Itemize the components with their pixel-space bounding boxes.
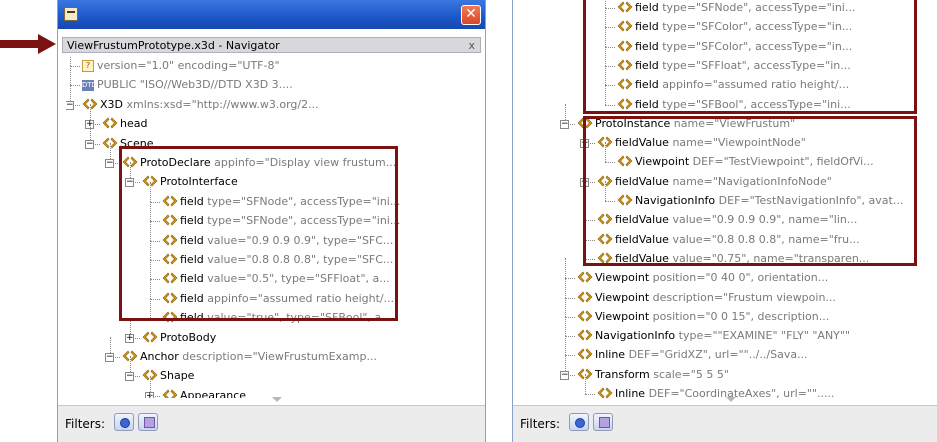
tree-connector: [70, 65, 71, 86]
element-attributes: description="Frustum viewpoin...: [649, 290, 836, 304]
tree-row[interactable]: head: [102, 114, 147, 134]
element-attributes: position="0 40 0", orientation...: [649, 271, 829, 285]
tree-connector: [585, 394, 595, 395]
navigator-header: ViewFrustumPrototype.x3d - Navigator x: [62, 37, 481, 53]
processing-instruction-icon: ?: [82, 60, 94, 72]
filters-label: Filters:: [65, 417, 106, 431]
xml-element-icon: [102, 117, 118, 129]
xml-element-icon: [142, 331, 158, 343]
navigator-window-right: field type="SFNode", accessType="ini... f…: [512, 0, 937, 442]
tree-row[interactable]: Inline DEF="CoordinateAxes", url="".....: [597, 384, 835, 404]
tree-connector: [565, 277, 566, 298]
collapse-icon[interactable]: −: [560, 119, 569, 129]
tree-connector: [565, 258, 566, 279]
filter-button-nodes[interactable]: [569, 413, 589, 431]
element-name: Shape: [160, 369, 195, 383]
element-attributes: DEF="CoordinateAxes", url="".....: [645, 387, 835, 400]
collapse-icon[interactable]: −: [66, 100, 74, 110]
tree-connector: [565, 278, 575, 280]
element-attributes: DEF="GridXZ", url=""../../Sava...: [625, 348, 808, 362]
tree-connector: [70, 66, 80, 67]
filter-button-attributes[interactable]: [593, 413, 613, 431]
tree-connector: [565, 355, 575, 357]
filters-label: Filters:: [520, 417, 561, 431]
element-name: NavigationInfo: [595, 329, 676, 343]
node-filter-icon: [575, 418, 585, 428]
tree-connector: [70, 85, 80, 87]
element-name: head: [120, 117, 148, 131]
tree-connector: [565, 336, 575, 338]
collapse-icon[interactable]: −: [105, 159, 114, 168]
element-name: Inline: [615, 387, 646, 400]
xml-element-icon: [577, 310, 593, 322]
tree-row[interactable]: DTDPUBLIC "ISO//Web3D//DTD X3D 3....: [82, 75, 293, 95]
tree-connector: [565, 316, 575, 318]
attribute-filter-icon: [144, 417, 155, 428]
window-titlebar: ✕: [58, 0, 485, 29]
collapse-icon[interactable]: −: [560, 370, 569, 380]
element-attributes: position="0 0 15", description...: [649, 309, 830, 323]
highlight-box-protointerface: [583, 0, 917, 114]
tree-row[interactable]: Viewpoint position="0 40 0", orientation…: [577, 268, 828, 288]
element-attributes: PUBLIC "ISO//Web3D//DTD X3D 3....: [97, 78, 293, 92]
attribute-filter-icon: [599, 417, 610, 428]
tree-row[interactable]: Viewpoint position="0 0 15", description…: [577, 307, 829, 327]
tree-row[interactable]: ProtoBody: [142, 328, 216, 348]
element-name: ProtoBody: [160, 330, 217, 344]
highlight-box-protoinstance: [583, 116, 917, 266]
tree-connector: [565, 316, 566, 337]
collapse-icon[interactable]: −: [125, 372, 134, 382]
tree-row[interactable]: Inline DEF="GridXZ", url=""../../Sava...: [577, 345, 808, 365]
highlight-box-protodeclare: [119, 146, 398, 321]
element-attributes: scale="5 5 5": [649, 367, 729, 381]
collapse-icon[interactable]: −: [105, 353, 114, 362]
tree-row[interactable]: NavigationInfo type=""EXAMINE" "FLY" "AN…: [577, 326, 850, 346]
window-close-button[interactable]: ✕: [461, 5, 481, 25]
filters-bar: Filters:: [58, 397, 485, 442]
xml-element-icon: [597, 387, 613, 399]
xml-element-icon: [577, 348, 593, 360]
navigator-close-button[interactable]: x: [468, 38, 475, 53]
xml-element-icon: [577, 271, 593, 283]
filters-bar: Filters:: [513, 397, 937, 442]
tree-row[interactable]: Appearance: [162, 386, 246, 398]
tree-row[interactable]: Anchor description="ViewFrustumExamp...: [122, 347, 377, 367]
app-icon: [64, 7, 78, 21]
splitter-handle[interactable]: [271, 397, 282, 402]
element-name: Appearance: [180, 388, 247, 398]
filter-button-attributes[interactable]: [138, 413, 158, 431]
tree-connector: [565, 335, 566, 356]
expand-icon[interactable]: +: [125, 333, 134, 343]
tree-connector: [585, 374, 586, 394]
collapse-icon[interactable]: −: [85, 139, 94, 149]
xml-element-icon: [577, 329, 593, 341]
tree-connector: [150, 395, 151, 398]
filter-button-nodes[interactable]: [114, 413, 134, 431]
xml-element-icon: [577, 291, 593, 302]
element-attributes: xmlns:xsd="http://www.w3.org/2...: [123, 97, 319, 111]
element-name: Viewpoint: [595, 271, 650, 285]
tree-row[interactable]: ? version="1.0" encoding="UTF-8": [82, 56, 280, 76]
element-attributes: description="ViewFrustumExamp...: [178, 350, 377, 363]
navigator-title: ViewFrustumPrototype.x3d - Navigator: [67, 39, 280, 52]
pointer-arrow-icon: [0, 34, 56, 54]
node-filter-icon: [120, 418, 130, 428]
element-name: Viewpoint: [595, 309, 650, 323]
xml-element-icon: [162, 389, 178, 398]
doctype-icon: DTD: [82, 79, 98, 91]
element-name: Anchor: [140, 350, 179, 363]
tree-row[interactable]: Viewpoint description="Frustum viewpoin.…: [577, 288, 836, 308]
splitter-handle[interactable]: [726, 397, 736, 402]
tree-row[interactable]: X3D xmlns:xsd="http://www.w3.org/2...: [82, 95, 319, 115]
element-attributes: version="1.0" encoding="UTF-8": [97, 59, 280, 72]
element-name: Inline: [595, 348, 626, 362]
tree-connector: [565, 296, 566, 317]
element-name: X3D: [100, 97, 124, 111]
tree-connector: [565, 297, 575, 299]
navigator-window-left: ✕ ViewFrustumPrototype.x3d - Navigator x…: [57, 0, 486, 442]
tree-row[interactable]: Transform scale="5 5 5": [577, 365, 729, 385]
element-name: Viewpoint: [595, 290, 650, 304]
element-name: Transform: [595, 367, 650, 381]
element-attributes: type=""EXAMINE" "FLY" "ANY"": [675, 329, 851, 343]
